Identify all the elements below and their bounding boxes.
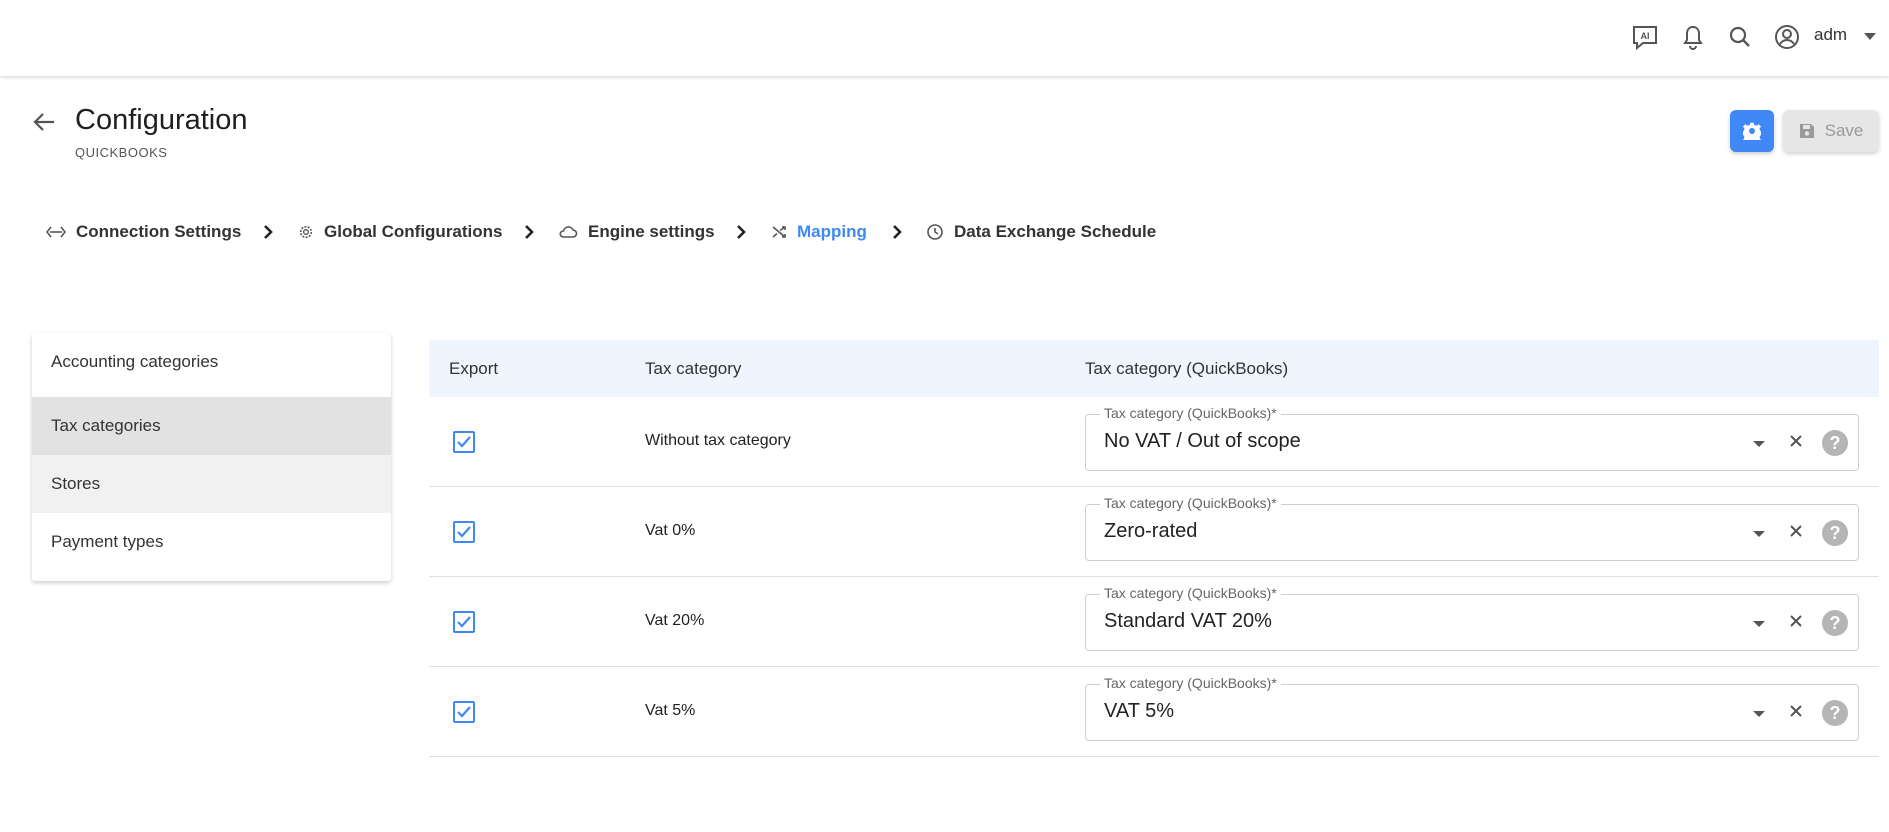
- gear-icon: [299, 225, 313, 239]
- side-item-label: Accounting categories: [51, 352, 219, 371]
- close-icon[interactable]: [1786, 521, 1806, 541]
- search-icon[interactable]: [1725, 22, 1755, 52]
- close-icon[interactable]: [1786, 431, 1806, 451]
- field-label: Tax category (QuickBooks)*: [1100, 585, 1281, 601]
- save-button[interactable]: Save: [1783, 110, 1879, 152]
- side-item-label: Stores: [51, 474, 101, 493]
- checkmark-icon: [457, 526, 471, 538]
- help-icon[interactable]: ?: [1822, 430, 1848, 456]
- dropdown-caret-icon[interactable]: [1753, 621, 1765, 627]
- arrow-left-icon: [33, 113, 54, 131]
- tax-category-qb-select[interactable]: Tax category (QuickBooks)* Zero-rated ?: [1085, 495, 1859, 561]
- field-label: Tax category (QuickBooks)*: [1100, 675, 1281, 691]
- back-button[interactable]: [30, 108, 58, 136]
- page-subtitle: QUICKBOOKS: [75, 145, 168, 160]
- bell-icon[interactable]: [1678, 22, 1708, 52]
- step-label: Data Exchange Schedule: [954, 222, 1157, 241]
- tax-category-qb-select[interactable]: Tax category (QuickBooks)* Standard VAT …: [1085, 585, 1859, 651]
- ai-chat-icon[interactable]: AI: [1630, 22, 1660, 52]
- help-icon[interactable]: ?: [1822, 700, 1848, 726]
- field-label: Tax category (QuickBooks)*: [1100, 495, 1281, 511]
- chevron-right-icon: [890, 222, 904, 242]
- field-label: Tax category (QuickBooks)*: [1100, 405, 1281, 421]
- table-row: Without tax category Tax category (Quick…: [429, 397, 1879, 487]
- export-checkbox[interactable]: [453, 611, 475, 633]
- top-bar: AI adm: [0, 0, 1889, 76]
- clock-icon: [927, 224, 943, 240]
- page-title: Configuration: [75, 104, 248, 136]
- step-engine-settings[interactable]: Engine settings: [558, 220, 715, 244]
- tax-category-cell: Vat 0%: [645, 522, 696, 539]
- chevron-right-icon: [261, 222, 275, 242]
- export-checkbox[interactable]: [453, 701, 475, 723]
- field-value: Zero-rated: [1104, 520, 1198, 542]
- step-label: Engine settings: [588, 222, 715, 241]
- field-value: VAT 5%: [1104, 700, 1175, 722]
- side-item-label: Payment types: [51, 532, 164, 551]
- close-icon[interactable]: [1786, 701, 1806, 721]
- side-item-payment-types[interactable]: Payment types: [32, 513, 391, 571]
- table-header: Export Tax category Tax category (QuickB…: [429, 340, 1879, 397]
- tax-category-qb-select[interactable]: Tax category (QuickBooks)* VAT 5% ?: [1085, 675, 1859, 741]
- floppy-disk-icon: [1799, 124, 1814, 138]
- header-export: Export: [449, 359, 499, 378]
- step-label: Global Configurations: [324, 222, 503, 241]
- field-value: No VAT / Out of scope: [1104, 430, 1301, 452]
- field-value: Standard VAT 20%: [1104, 610, 1272, 632]
- chevron-right-icon: [734, 222, 748, 242]
- export-checkbox[interactable]: [453, 431, 475, 453]
- tax-category-cell: Vat 20%: [645, 612, 705, 629]
- save-label: Save: [1824, 121, 1864, 140]
- tax-category-qb-select[interactable]: Tax category (QuickBooks)* No VAT / Out …: [1085, 405, 1859, 471]
- side-item-stores[interactable]: Stores: [32, 455, 391, 513]
- step-connection-settings[interactable]: Connection Settings: [46, 220, 241, 244]
- dropdown-caret-icon[interactable]: [1753, 711, 1765, 717]
- user-name[interactable]: adm: [1814, 25, 1847, 45]
- side-item-accounting-categories[interactable]: Accounting categories: [32, 333, 391, 391]
- help-icon[interactable]: ?: [1822, 520, 1848, 546]
- side-item-label: Tax categories: [51, 416, 161, 435]
- checkmark-icon: [457, 616, 471, 628]
- svg-text:AI: AI: [1641, 31, 1650, 41]
- chevron-down-icon[interactable]: [1864, 33, 1876, 40]
- step-global-configurations[interactable]: Global Configurations: [298, 220, 503, 244]
- tax-category-cell: Without tax category: [645, 432, 791, 449]
- code-arrows-icon: [46, 226, 66, 238]
- step-mapping[interactable]: Mapping: [771, 220, 867, 244]
- side-item-tax-categories[interactable]: Tax categories: [32, 397, 391, 455]
- step-data-exchange-schedule[interactable]: Data Exchange Schedule: [926, 220, 1156, 244]
- table-row: Vat 20% Tax category (QuickBooks)* Stand…: [429, 577, 1879, 667]
- tax-category-cell: Vat 5%: [645, 702, 696, 719]
- side-menu: Accounting categories Tax categories Sto…: [32, 333, 391, 581]
- header-tax-category: Tax category: [645, 359, 742, 378]
- dropdown-caret-icon[interactable]: [1753, 531, 1765, 537]
- chevron-right-icon: [522, 222, 536, 242]
- gear-icon: [1743, 122, 1761, 140]
- checkmark-icon: [457, 706, 471, 718]
- table-row: Vat 0% Tax category (QuickBooks)* Zero-r…: [429, 487, 1879, 577]
- step-label: Mapping: [797, 222, 867, 241]
- checkmark-icon: [457, 436, 471, 448]
- step-label: Connection Settings: [76, 222, 242, 241]
- settings-button[interactable]: [1730, 110, 1774, 152]
- export-checkbox[interactable]: [453, 521, 475, 543]
- header-tax-category-qb: Tax category (QuickBooks): [1085, 359, 1289, 378]
- close-icon[interactable]: [1786, 611, 1806, 631]
- dropdown-caret-icon[interactable]: [1753, 441, 1765, 447]
- cloud-icon: [559, 226, 578, 238]
- help-icon[interactable]: ?: [1822, 610, 1848, 636]
- table-row: Vat 5% Tax category (QuickBooks)* VAT 5%…: [429, 667, 1879, 757]
- shuffle-icon: [772, 226, 786, 238]
- user-circle-icon[interactable]: [1772, 22, 1802, 52]
